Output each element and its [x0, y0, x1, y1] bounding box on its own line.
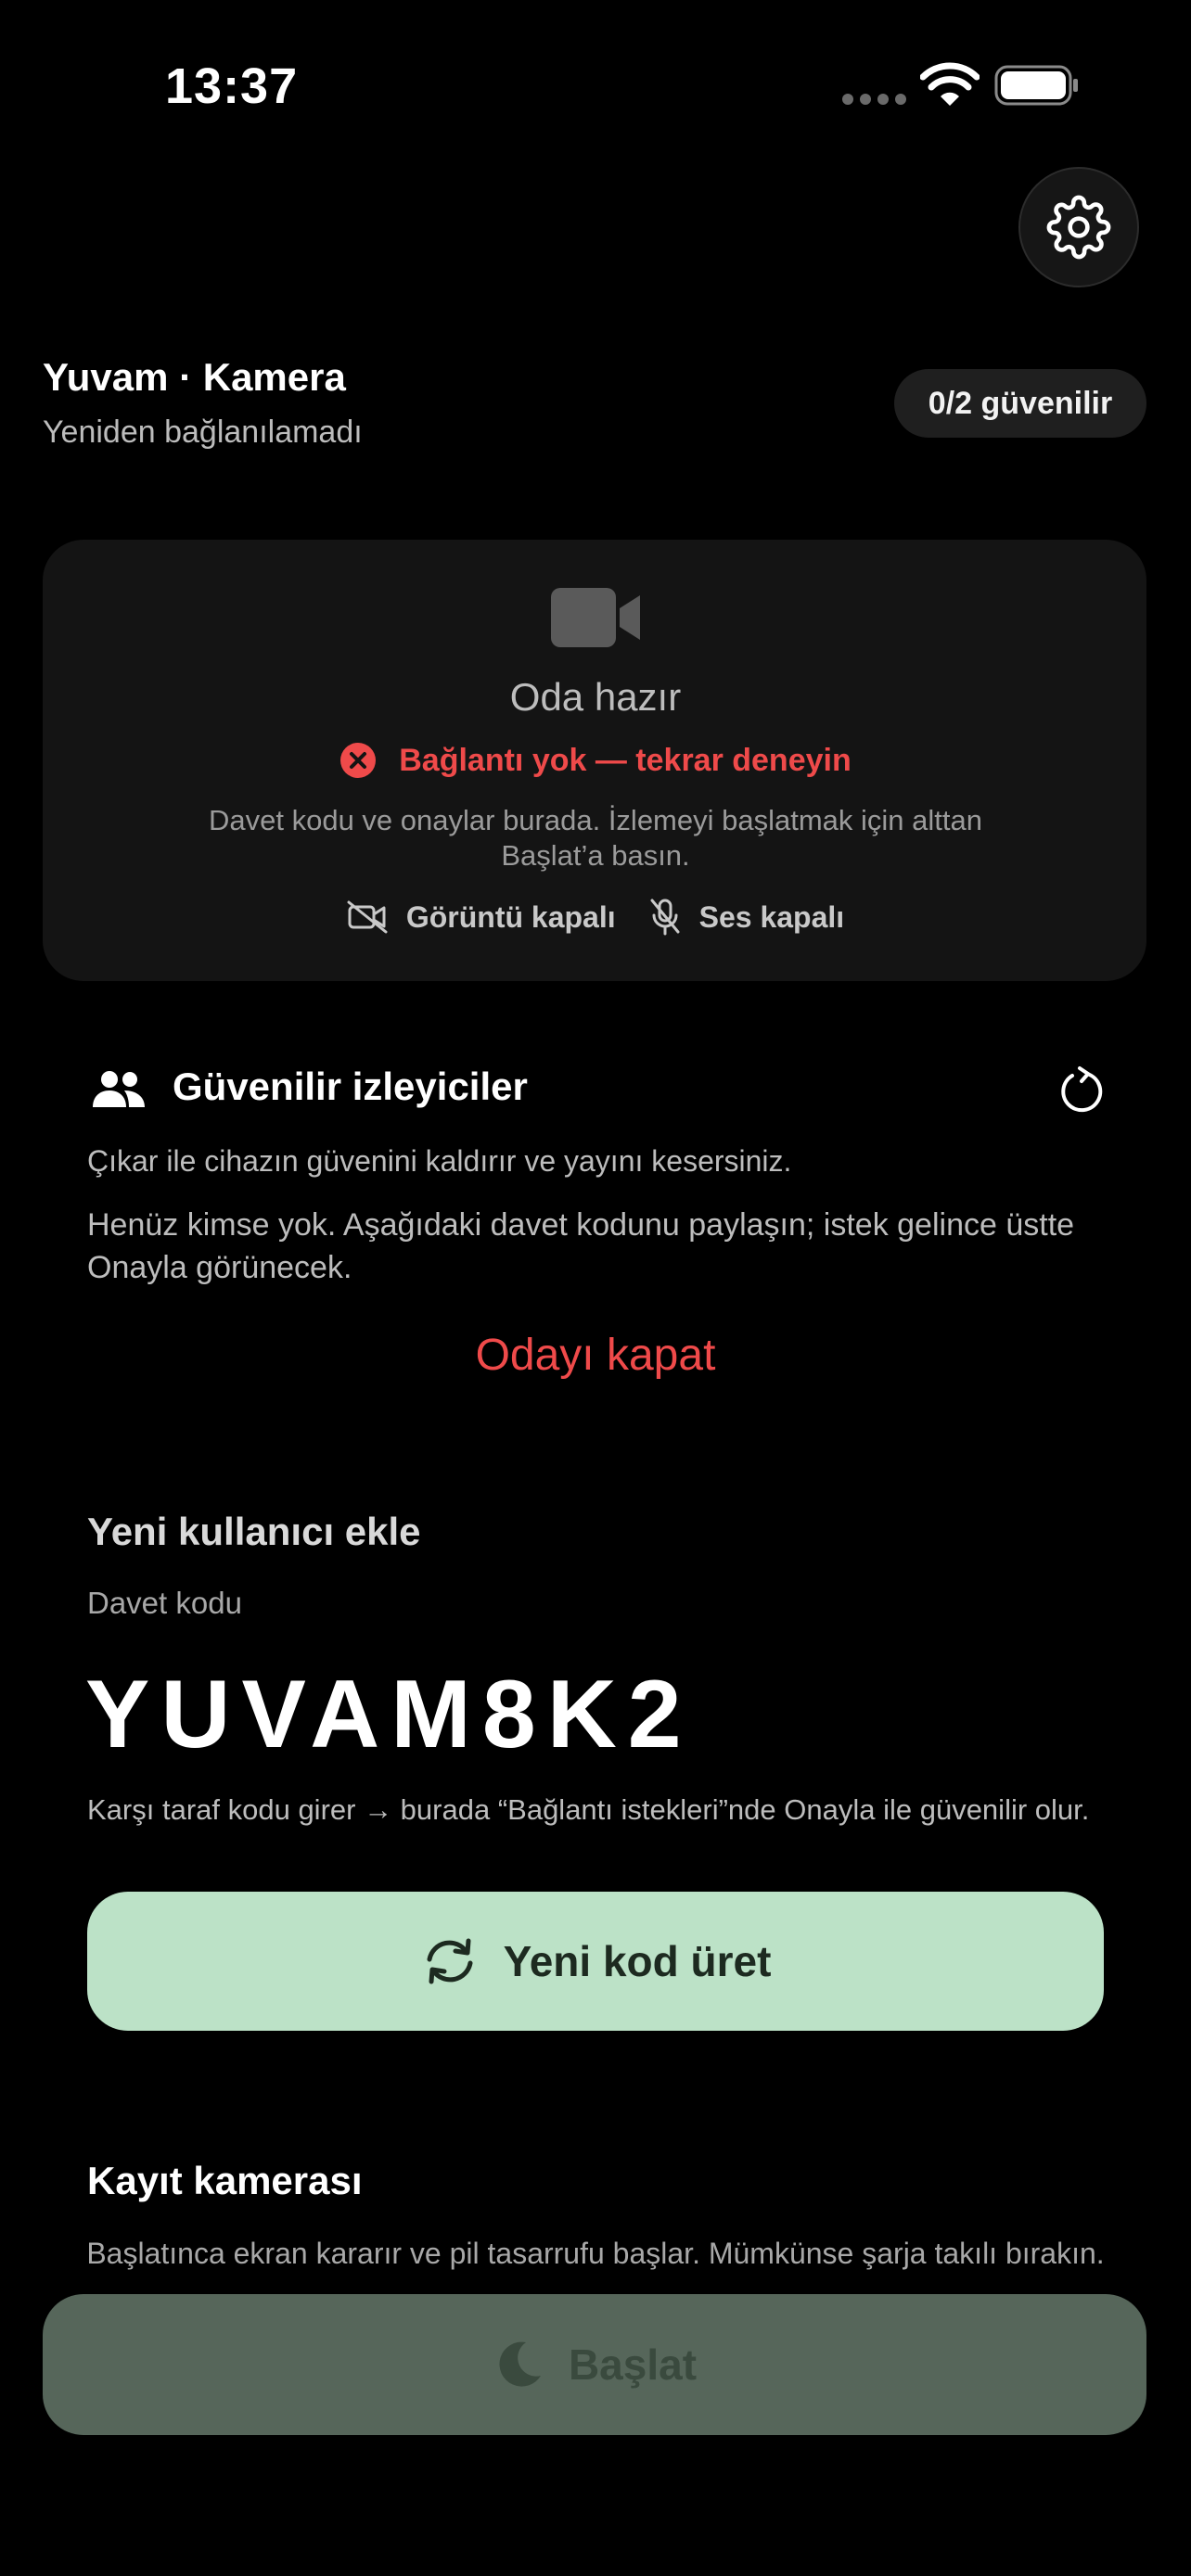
video-off-icon [347, 900, 388, 934]
connection-status: Yeniden bağlanılamadı [43, 414, 363, 450]
regenerate-code-label: Yeni kod üret [503, 1937, 772, 1985]
audio-status: Ses kapalı [698, 899, 845, 934]
people-icon [93, 1071, 145, 1107]
status-time: 13:37 [165, 58, 299, 114]
invite-code-label: Davet kodu [87, 1586, 242, 1620]
start-button[interactable]: Başlat [43, 2294, 1146, 2435]
close-room-button[interactable]: Odayı kapat [0, 1330, 1191, 1381]
refresh-icon[interactable] [1056, 1065, 1106, 1118]
preview-hint: Davet kodu ve onaylar burada. İzlemeyi b… [209, 804, 982, 872]
battery-icon [994, 65, 1078, 106]
wifi-icon [920, 62, 980, 106]
trusted-viewers-description: Çıkar ile cihazın güvenini kaldırır ve y… [87, 1144, 792, 1178]
settings-button[interactable] [1018, 167, 1139, 287]
video-status: Görüntü kapalı [405, 899, 616, 934]
video-camera-icon [551, 588, 640, 647]
invite-help: Karşı taraf kodu girer → burada “Bağlant… [87, 1793, 1090, 1826]
moon-icon [499, 2341, 541, 2387]
sync-icon [427, 1938, 473, 1984]
device-name: Yuvam · Kamera [43, 355, 346, 399]
record-camera-title: Kayıt kamerası [87, 2159, 363, 2202]
trusted-count-badge: 0/2 güvenilir [894, 369, 1146, 438]
mic-off-icon [650, 899, 680, 936]
start-label: Başlat [568, 2340, 698, 2389]
connection-error-text: Bağlantı yok — tekrar deneyin [399, 742, 852, 778]
regenerate-code-button[interactable]: Yeni kod üret [87, 1892, 1104, 2031]
connection-error-row[interactable]: Bağlantı yok — tekrar deneyin [0, 742, 1191, 779]
add-user-title: Yeni kullanıcı ekle [87, 1510, 421, 1553]
cellular-signal-icon [842, 94, 906, 105]
gear-icon [1046, 195, 1111, 260]
record-camera-description: Başlatınca ekran kararır ve pil tasarruf… [86, 2237, 1105, 2270]
media-status-row: Görüntü kapalı Ses kapalı [0, 898, 1191, 937]
room-status-title: Oda hazır [509, 675, 682, 719]
trusted-viewers-title: Güvenilir izleyiciler [173, 1065, 528, 1108]
error-circle-icon [340, 743, 377, 778]
invite-code: YUVAM8K2 [85, 1661, 693, 1768]
trusted-viewers-empty: Henüz kimse yok. Aşağıdaki davet kodunu … [87, 1207, 1075, 1285]
